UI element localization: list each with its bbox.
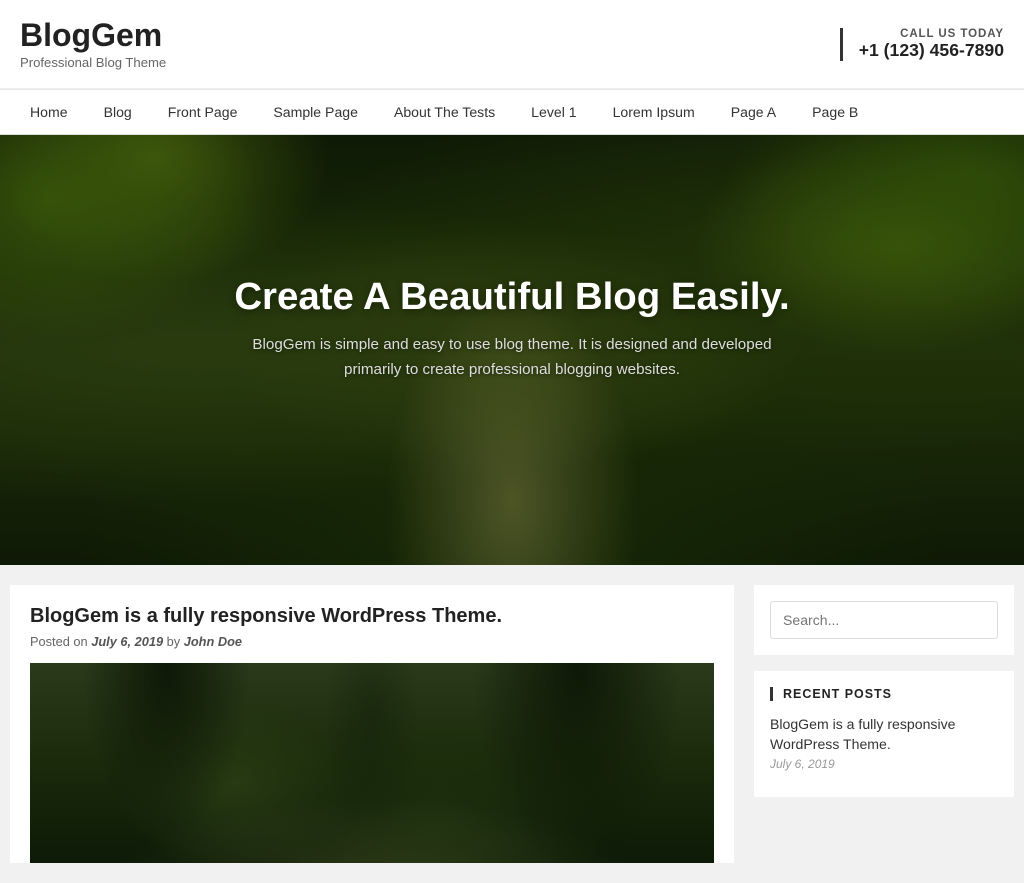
hero-subtitle: BlogGem is simple and easy to use blog t… — [252, 333, 772, 382]
hero-title: Create A Beautiful Blog Easily. — [0, 275, 1024, 319]
nav-item-blog[interactable]: Blog — [86, 90, 150, 134]
recent-post-title-link[interactable]: BlogGem is a fully responsive WordPress … — [770, 715, 998, 754]
post-meta-by: by — [167, 634, 181, 649]
recent-post-item: BlogGem is a fully responsive WordPress … — [770, 715, 998, 770]
phone-number: +1 (123) 456-7890 — [859, 40, 1004, 61]
hero-section: Create A Beautiful Blog Easily. BlogGem … — [0, 135, 1024, 565]
call-label: CALL US TODAY — [859, 28, 1004, 40]
nav-item-page-b[interactable]: Page B — [794, 90, 876, 134]
sidebar: RECENT POSTS BlogGem is a fully responsi… — [754, 585, 1014, 863]
nav-item-level-1[interactable]: Level 1 — [513, 90, 594, 134]
recent-post-date: July 6, 2019 — [770, 757, 998, 771]
recent-posts-widget: RECENT POSTS BlogGem is a fully responsi… — [754, 671, 1014, 796]
site-branding: BlogGem Professional Blog Theme — [20, 18, 166, 70]
site-header: BlogGem Professional Blog Theme CALL US … — [0, 0, 1024, 89]
post-author-link[interactable]: John Doe — [184, 634, 242, 649]
main-wrapper: BlogGem is a fully responsive WordPress … — [0, 585, 1024, 863]
search-widget — [754, 585, 1014, 655]
nav-item-sample-page[interactable]: Sample Page — [255, 90, 376, 134]
recent-posts-list: BlogGem is a fully responsive WordPress … — [770, 715, 998, 770]
post-thumbnail — [30, 663, 714, 863]
site-title: BlogGem — [20, 18, 166, 53]
nav-item-front-page[interactable]: Front Page — [150, 90, 256, 134]
search-input[interactable] — [770, 601, 998, 639]
posts-column: BlogGem is a fully responsive WordPress … — [10, 585, 734, 863]
post-meta-prefix: Posted on — [30, 634, 88, 649]
site-tagline: Professional Blog Theme — [20, 55, 166, 70]
nav-item-lorem-ipsum[interactable]: Lorem Ipsum — [595, 90, 713, 134]
nav-item-home[interactable]: Home — [12, 90, 86, 134]
post-thumbnail-overlay — [30, 663, 714, 863]
recent-posts-title: RECENT POSTS — [770, 687, 998, 701]
post-meta: Posted on July 6, 2019 by John Doe — [30, 634, 714, 649]
post-card: BlogGem is a fully responsive WordPress … — [10, 585, 734, 863]
nav-item-about-the-tests[interactable]: About The Tests — [376, 90, 513, 134]
main-navigation: HomeBlogFront PageSample PageAbout The T… — [0, 89, 1024, 135]
nav-item-page-a[interactable]: Page A — [713, 90, 794, 134]
hero-content: Create A Beautiful Blog Easily. BlogGem … — [0, 135, 1024, 382]
header-contact: CALL US TODAY +1 (123) 456-7890 — [840, 28, 1004, 61]
post-title: BlogGem is a fully responsive WordPress … — [30, 605, 714, 628]
post-date-link[interactable]: July 6, 2019 — [91, 634, 163, 649]
